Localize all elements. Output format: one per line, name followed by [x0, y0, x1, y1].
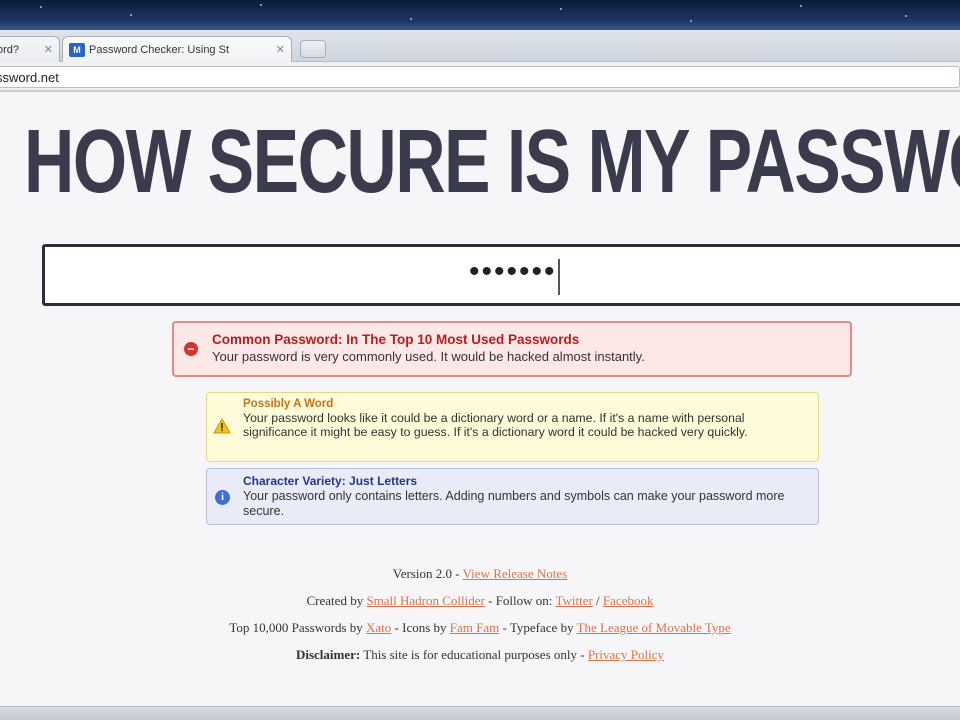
icons-by-text: - Icons by: [391, 620, 450, 635]
xato-link[interactable]: Xato: [366, 620, 391, 635]
footer-version-line: Version 2.0 - View Release Notes: [0, 560, 960, 587]
text-cursor: [558, 259, 560, 295]
footer-disclaimer-line: Disclaimer: This site is for educational…: [0, 641, 960, 668]
page-content: HOW SECURE IS MY PASSWORD ••••••• − Comm…: [0, 94, 960, 706]
footer-attribution-line: Top 10,000 Passwords by Xato - Icons by …: [0, 614, 960, 641]
tab-previous[interactable]: ord? ✕: [0, 36, 60, 62]
disclaimer-text: This site is for educational purposes on…: [360, 647, 588, 662]
league-link[interactable]: The League of Movable Type: [577, 620, 731, 635]
alert-body: Your password looks like it could be a d…: [243, 411, 748, 439]
tab-active[interactable]: M Password Checker: Using St ✕: [62, 36, 292, 62]
page-title: HOW SECURE IS MY PASSWORD: [24, 112, 960, 212]
tab-bar: ord? ✕ M Password Checker: Using St ✕: [0, 30, 960, 62]
footer-credits-line: Created by Small Hadron Collider - Follo…: [0, 587, 960, 614]
close-icon[interactable]: ✕: [272, 43, 285, 56]
disclaimer-label: Disclaimer:: [295, 647, 361, 662]
separator-text: /: [592, 593, 603, 608]
created-by-text: Created by: [306, 593, 367, 608]
privacy-policy-link[interactable]: Privacy Policy: [588, 647, 664, 662]
tab-label: ord?: [0, 43, 20, 56]
alert-title: Character Variety: Just Letters: [243, 474, 418, 488]
top-passwords-text: Top 10,000 Passwords by: [229, 620, 367, 635]
character-variety-alert: i Character Variety: Just Letters Your p…: [206, 468, 819, 525]
address-bar: ssword.net: [0, 62, 960, 92]
alert-body: Your password only contains letters. Add…: [243, 489, 785, 518]
famfam-link[interactable]: Fam Fam: [450, 620, 499, 635]
typeface-by-text: - Typeface by: [499, 620, 577, 635]
password-value: •••••••: [469, 255, 557, 288]
version-text: Version 2.0 -: [392, 566, 463, 581]
common-password-alert: − Common Password: In The Top 10 Most Us…: [172, 321, 852, 377]
minus-circle-icon: −: [184, 342, 198, 356]
desktop-background: [0, 0, 960, 30]
status-bar: [0, 706, 960, 720]
creator-link[interactable]: Small Hadron Collider: [366, 593, 484, 608]
twitter-link[interactable]: Twitter: [555, 593, 592, 608]
possibly-word-alert: Possibly A Word Your password looks like…: [206, 392, 819, 462]
alert-title: Possibly A Word: [243, 398, 334, 410]
password-input[interactable]: •••••••: [42, 244, 960, 306]
url-field[interactable]: ssword.net: [0, 66, 960, 88]
alert-body: Your password is very commonly used. It …: [212, 349, 645, 364]
favicon-icon: M: [69, 42, 85, 57]
release-notes-link[interactable]: View Release Notes: [463, 566, 568, 581]
facebook-link[interactable]: Facebook: [603, 593, 654, 608]
follow-on-text: - Follow on:: [484, 593, 556, 608]
tab-label: Password Checker: Using St: [89, 43, 229, 56]
close-icon[interactable]: ✕: [40, 43, 53, 56]
warning-icon: [213, 418, 231, 434]
info-icon: i: [215, 490, 230, 505]
alert-title: Common Password: In The Top 10 Most Used…: [212, 332, 580, 347]
footer: Version 2.0 - View Release Notes Created…: [0, 560, 960, 668]
new-tab-button[interactable]: [300, 40, 326, 58]
